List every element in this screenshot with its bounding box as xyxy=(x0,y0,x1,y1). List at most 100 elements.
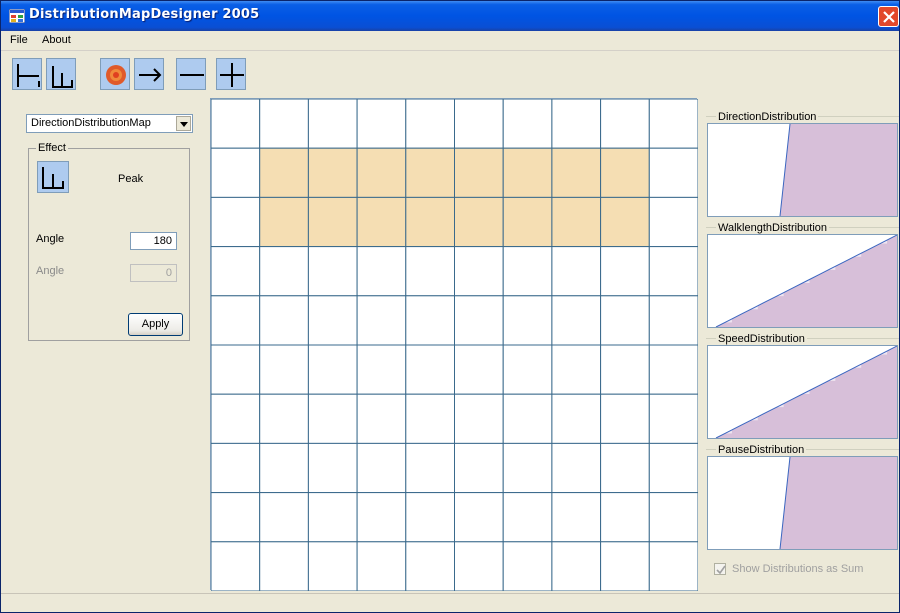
grid-cell[interactable] xyxy=(307,393,358,444)
distribution-chart[interactable] xyxy=(707,234,898,328)
grid-cell[interactable] xyxy=(551,147,602,198)
grid-cell[interactable] xyxy=(502,541,553,591)
grid-cell[interactable] xyxy=(600,246,650,297)
tool-cross-button[interactable] xyxy=(216,58,246,90)
grid-cell[interactable] xyxy=(454,541,504,591)
grid-cell[interactable] xyxy=(211,246,261,297)
grid-cell[interactable] xyxy=(211,295,261,346)
map-grid[interactable] xyxy=(210,98,698,591)
grid-cell[interactable] xyxy=(259,442,309,494)
tool-line-button[interactable] xyxy=(176,58,206,90)
tool-source-button[interactable] xyxy=(100,58,130,90)
grid-cell[interactable] xyxy=(405,393,456,444)
grid-cell[interactable] xyxy=(259,344,309,395)
grid-cell[interactable] xyxy=(405,99,456,149)
grid-cell[interactable] xyxy=(307,344,358,395)
grid-cell[interactable] xyxy=(600,196,650,248)
tool-wall-button[interactable] xyxy=(12,58,42,90)
grid-cell[interactable] xyxy=(307,492,358,543)
grid-cell[interactable] xyxy=(356,393,407,444)
grid-cell[interactable] xyxy=(307,246,358,297)
grid-cell[interactable] xyxy=(259,492,309,543)
grid-cell[interactable] xyxy=(454,492,504,543)
grid-cell[interactable] xyxy=(405,541,456,591)
grid-cell[interactable] xyxy=(259,295,309,346)
grid-cell[interactable] xyxy=(405,344,456,395)
grid-cell[interactable] xyxy=(356,492,407,543)
grid-cell[interactable] xyxy=(259,541,309,591)
grid-cell[interactable] xyxy=(454,246,504,297)
grid-cell[interactable] xyxy=(551,442,602,494)
distribution-chart[interactable] xyxy=(707,345,898,439)
grid-cell[interactable] xyxy=(600,295,650,346)
grid-cell[interactable] xyxy=(648,147,698,198)
grid-cell[interactable] xyxy=(259,147,309,198)
grid-cell[interactable] xyxy=(502,99,553,149)
grid-cell[interactable] xyxy=(648,99,698,149)
close-button[interactable] xyxy=(878,6,899,27)
grid-cell[interactable] xyxy=(259,246,309,297)
grid-cell[interactable] xyxy=(600,541,650,591)
grid-cell[interactable] xyxy=(454,393,504,444)
dropdown-button[interactable] xyxy=(176,116,191,131)
grid-cell[interactable] xyxy=(307,147,358,198)
grid-cell[interactable] xyxy=(405,492,456,543)
grid-cell[interactable] xyxy=(259,196,309,248)
apply-button[interactable]: Apply xyxy=(128,313,183,336)
grid-cell[interactable] xyxy=(405,246,456,297)
grid-cell[interactable] xyxy=(502,295,553,346)
grid-cell[interactable] xyxy=(307,196,358,248)
distribution-chart[interactable] xyxy=(707,123,898,217)
tool-peak-button[interactable] xyxy=(46,58,76,90)
grid-cell[interactable] xyxy=(648,246,698,297)
grid-cell[interactable] xyxy=(356,344,407,395)
map-type-select[interactable]: DirectionDistributionMap xyxy=(26,114,193,133)
grid-cell[interactable] xyxy=(648,344,698,395)
grid-cell[interactable] xyxy=(551,246,602,297)
grid-cell[interactable] xyxy=(307,295,358,346)
grid-cell[interactable] xyxy=(600,442,650,494)
tool-arrow-button[interactable] xyxy=(134,58,164,90)
menu-file[interactable]: File xyxy=(10,34,28,46)
grid-cell[interactable] xyxy=(551,492,602,543)
grid-cell[interactable] xyxy=(405,196,456,248)
grid-cell[interactable] xyxy=(454,442,504,494)
grid-cell[interactable] xyxy=(551,196,602,248)
grid-cell[interactable] xyxy=(600,99,650,149)
grid-cell[interactable] xyxy=(502,196,553,248)
grid-cell[interactable] xyxy=(502,344,553,395)
grid-cell[interactable] xyxy=(600,393,650,444)
grid-cell[interactable] xyxy=(502,442,553,494)
grid-cell[interactable] xyxy=(356,541,407,591)
grid-cell[interactable] xyxy=(648,492,698,543)
grid-cell[interactable] xyxy=(356,147,407,198)
grid-cell[interactable] xyxy=(551,344,602,395)
grid-cell[interactable] xyxy=(648,541,698,591)
grid-cell[interactable] xyxy=(259,393,309,444)
grid-cell[interactable] xyxy=(211,196,261,248)
grid-cell[interactable] xyxy=(356,196,407,248)
grid-cell[interactable] xyxy=(405,442,456,494)
grid-cell[interactable] xyxy=(648,295,698,346)
grid-cell[interactable] xyxy=(356,295,407,346)
menu-about[interactable]: About xyxy=(42,34,71,46)
grid-cell[interactable] xyxy=(454,99,504,149)
grid-cell[interactable] xyxy=(551,541,602,591)
title-bar[interactable]: DistributionMapDesigner 2005 xyxy=(1,1,899,31)
grid-cell[interactable] xyxy=(405,147,456,198)
grid-cell[interactable] xyxy=(454,344,504,395)
grid-cell[interactable] xyxy=(356,99,407,149)
angle-input[interactable]: 180 xyxy=(130,232,177,250)
grid-cell[interactable] xyxy=(454,147,504,198)
grid-cell[interactable] xyxy=(551,295,602,346)
grid-cell[interactable] xyxy=(211,492,261,543)
grid-cell[interactable] xyxy=(454,295,504,346)
distribution-chart[interactable] xyxy=(707,456,898,550)
grid-cell[interactable] xyxy=(454,196,504,248)
grid-cell[interactable] xyxy=(307,442,358,494)
grid-cell[interactable] xyxy=(211,99,261,149)
grid-cell[interactable] xyxy=(600,492,650,543)
grid-cell[interactable] xyxy=(648,196,698,248)
grid-cell[interactable] xyxy=(502,492,553,543)
grid-cell[interactable] xyxy=(551,393,602,444)
